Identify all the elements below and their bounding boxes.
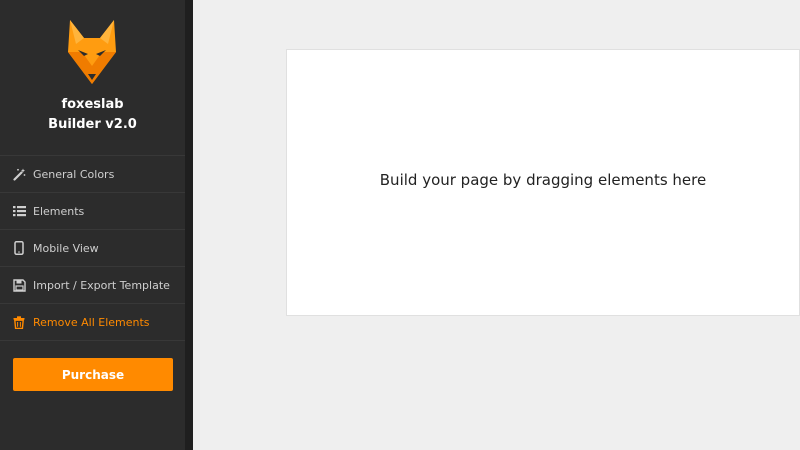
sidebar-item-import-export[interactable]: Import / Export Template bbox=[0, 267, 185, 304]
sidebar-item-general-colors[interactable]: General Colors bbox=[0, 156, 185, 193]
sidebar-item-label: Elements bbox=[33, 204, 85, 218]
brand-name: foxeslab bbox=[61, 97, 124, 112]
canvas-placeholder-text: Build your page by dragging elements her… bbox=[379, 170, 707, 189]
sidebar-menu: General Colors Elements Mobile View Impo… bbox=[0, 155, 185, 341]
sidebar-item-label: Import / Export Template bbox=[33, 278, 170, 292]
purchase-button[interactable]: Purchase bbox=[13, 358, 173, 391]
sidebar-item-label: Mobile View bbox=[33, 241, 99, 255]
mobile-icon bbox=[12, 241, 26, 255]
builder-canvas-dropzone[interactable]: Build your page by dragging elements her… bbox=[286, 49, 800, 316]
sidebar-divider bbox=[185, 0, 193, 450]
sidebar-item-label: General Colors bbox=[33, 167, 115, 181]
brand-title: foxeslab Builder v2.0 bbox=[0, 95, 185, 135]
sidebar-item-remove-all[interactable]: Remove All Elements bbox=[0, 304, 185, 341]
sidebar: foxeslab Builder v2.0 General Colors Ele… bbox=[0, 0, 185, 450]
magic-wand-icon bbox=[12, 167, 26, 181]
sidebar-item-label: Remove All Elements bbox=[33, 315, 150, 329]
list-icon bbox=[12, 204, 26, 218]
sidebar-item-mobile-view[interactable]: Mobile View bbox=[0, 230, 185, 267]
fox-logo-icon bbox=[62, 18, 122, 88]
save-icon bbox=[12, 278, 26, 292]
brand-subtitle: Builder v2.0 bbox=[48, 117, 137, 132]
trash-icon bbox=[12, 315, 26, 329]
sidebar-item-elements[interactable]: Elements bbox=[0, 193, 185, 230]
